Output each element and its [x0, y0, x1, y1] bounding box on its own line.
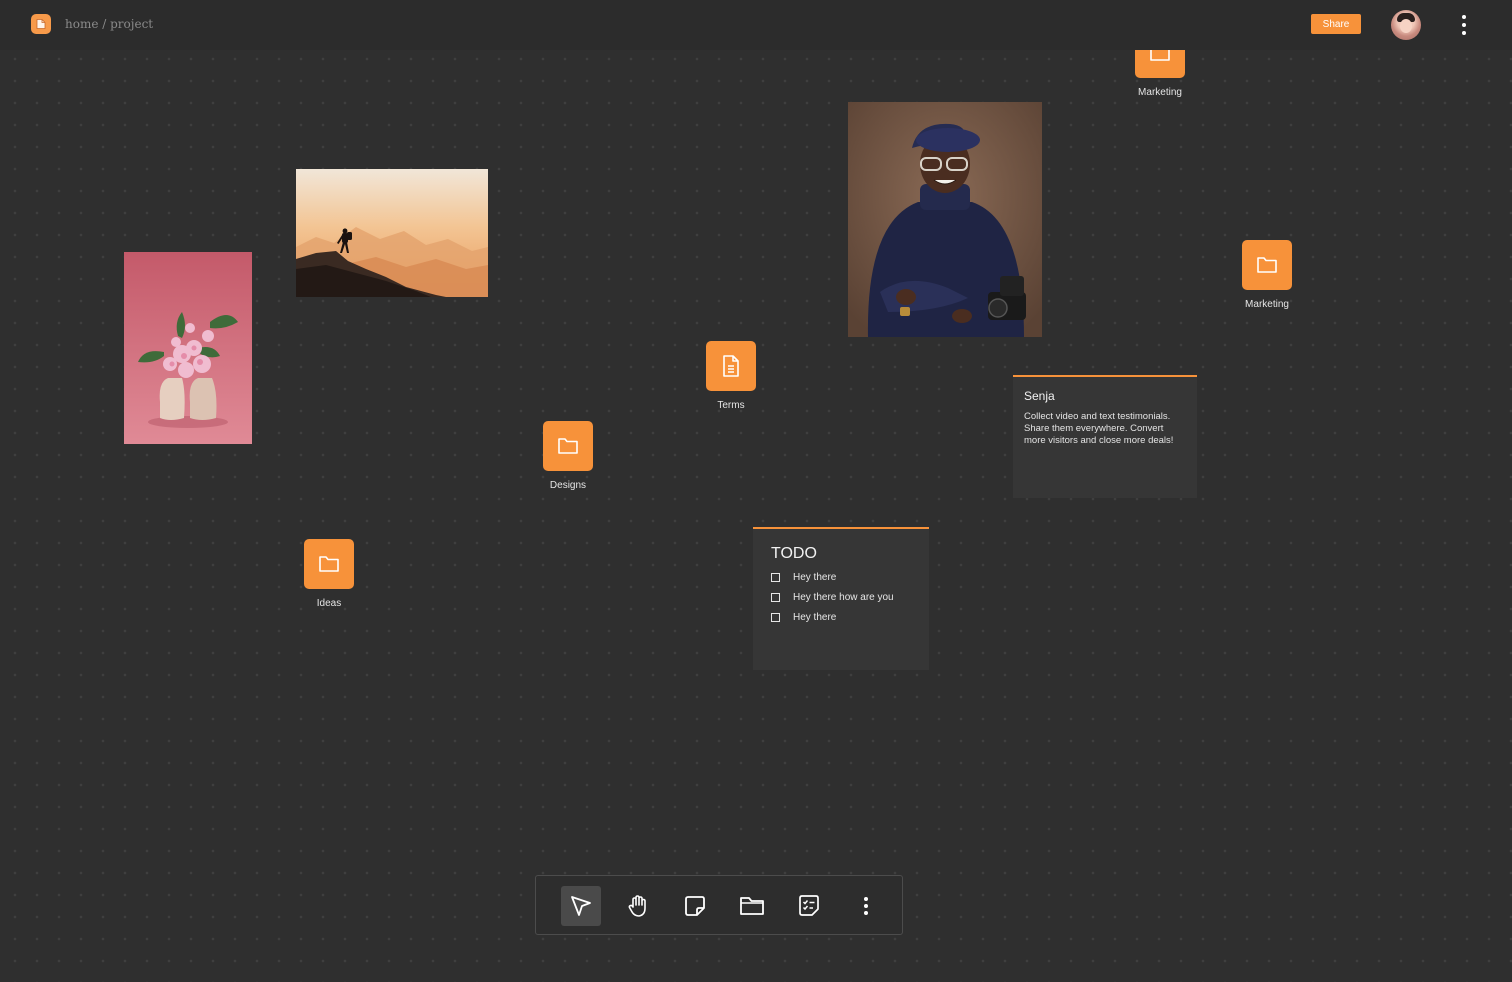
avatar[interactable]	[1391, 10, 1421, 40]
document-label: Terms	[717, 400, 745, 411]
hand-pan-icon[interactable]	[618, 886, 658, 926]
note-icon[interactable]	[675, 886, 715, 926]
folder-label: Marketing	[1138, 87, 1182, 98]
folder-label: Designs	[549, 480, 587, 491]
top-bar: home / project Share	[0, 0, 1512, 50]
note-card[interactable]: Senja Collect video and text testimonial…	[1013, 375, 1197, 498]
share-button[interactable]: Share	[1311, 14, 1361, 34]
todo-card[interactable]: TODO Hey there Hey there how are you Hey…	[753, 527, 929, 670]
todo-item: Hey there	[771, 612, 911, 623]
checkbox[interactable]	[771, 593, 780, 602]
flowers-in-boots-photo[interactable]	[124, 252, 252, 444]
more-vertical-icon[interactable]	[846, 886, 886, 926]
checkbox[interactable]	[771, 573, 780, 582]
note-title: Senja	[1024, 389, 1055, 403]
man-with-camera-portrait[interactable]	[848, 102, 1042, 337]
todo-item-text: Hey there	[793, 572, 837, 583]
note-body: Collect video and text testimonials. Sha…	[1024, 411, 1174, 446]
todo-item-text: Hey there	[793, 612, 837, 623]
select-cursor-icon[interactable]	[561, 886, 601, 926]
document-icon	[706, 341, 756, 391]
folder-marketing[interactable]: Marketing	[1242, 240, 1292, 310]
todo-item-text: Hey there how are you	[793, 592, 894, 603]
document-terms[interactable]: Terms	[706, 341, 756, 411]
folder-designs[interactable]: Designs	[543, 421, 593, 491]
hiker-mountain-photo[interactable]	[296, 169, 488, 297]
checkbox[interactable]	[771, 613, 780, 622]
folder-icon[interactable]	[732, 886, 772, 926]
folder-icon	[1242, 240, 1292, 290]
folder-ideas[interactable]: Ideas	[304, 539, 354, 609]
document-logo-icon	[36, 19, 46, 29]
breadcrumb[interactable]: home / project	[65, 17, 153, 31]
todo-item: Hey there	[771, 572, 911, 583]
folder-icon	[304, 539, 354, 589]
folder-icon	[543, 421, 593, 471]
checklist-icon[interactable]	[789, 886, 829, 926]
folder-label: Ideas	[316, 598, 342, 609]
more-vertical-icon[interactable]	[1454, 13, 1474, 37]
todo-title: TODO	[771, 545, 817, 562]
bottom-toolbar	[535, 875, 903, 935]
app-logo[interactable]	[31, 14, 51, 34]
todo-item: Hey there how are you	[771, 592, 911, 603]
folder-label: Marketing	[1245, 299, 1289, 310]
